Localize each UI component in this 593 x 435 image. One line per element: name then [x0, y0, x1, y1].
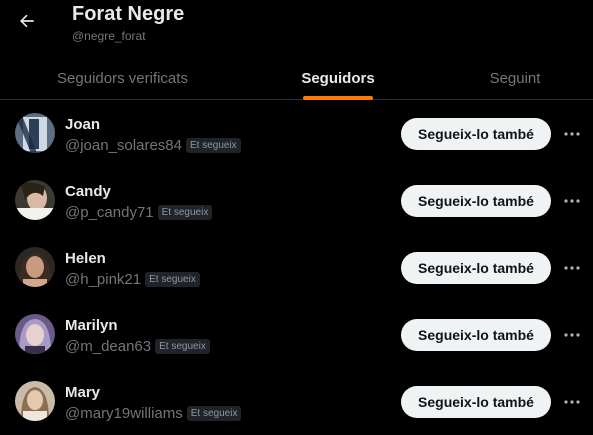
user-name: Candy [65, 183, 111, 200]
avatar[interactable] [15, 180, 55, 220]
profile-name: Forat Negre [72, 3, 185, 25]
user-handle: @h_pink21 [65, 271, 142, 288]
avatar[interactable] [15, 381, 55, 421]
list-item[interactable]: Helen @h_pink21 Et segueix Segueix-lo ta… [0, 234, 593, 301]
more-options-button[interactable] [560, 392, 584, 412]
user-handle-line: @p_candy71 Et segueix [65, 204, 213, 221]
follow-back-button[interactable]: Segueix-lo també [401, 386, 551, 418]
avatar[interactable] [15, 113, 55, 153]
user-handle: @joan_solares84 [65, 137, 182, 154]
list-item[interactable]: Candy @p_candy71 Et segueix Segueix-lo t… [0, 167, 593, 234]
user-handle: @p_candy71 [65, 204, 154, 221]
list-item[interactable]: Mary @mary19williams Et segueix Segueix-… [0, 368, 593, 435]
tab-verified-followers[interactable]: Seguidors verificats [0, 56, 245, 100]
tab-followers[interactable]: Seguidors [265, 56, 411, 100]
user-handle-line: @mary19williams Et segueix [65, 405, 242, 422]
tab-following[interactable]: Seguint [440, 56, 590, 100]
avatar[interactable] [15, 247, 55, 287]
more-options-button[interactable] [560, 191, 584, 211]
more-options-button[interactable] [560, 325, 584, 345]
follow-back-button[interactable]: Segueix-lo també [401, 319, 551, 351]
follow-back-button[interactable]: Segueix-lo també [401, 185, 551, 217]
user-handle-line: @joan_solares84 Et segueix [65, 137, 241, 154]
follows-you-badge: Et segueix [186, 406, 242, 421]
tab-label: Seguidors [301, 69, 375, 87]
more-options-button[interactable] [560, 124, 584, 144]
user-handle-line: @m_dean63 Et segueix [65, 338, 210, 355]
follows-you-badge: Et segueix [185, 138, 241, 153]
arrow-left-icon [20, 14, 34, 28]
user-handle: @mary19williams [65, 405, 183, 422]
tab-label: Seguint [489, 69, 541, 87]
user-name: Helen [65, 250, 106, 267]
more-horizontal-icon [564, 132, 580, 136]
follows-you-badge: Et segueix [157, 205, 213, 220]
user-name: Mary [65, 384, 101, 401]
user-name: Marilyn [65, 317, 118, 334]
more-options-button[interactable] [560, 258, 584, 278]
more-horizontal-icon [564, 400, 580, 404]
profile-handle: @negre_forat [72, 29, 146, 43]
follows-you-badge: Et segueix [155, 339, 210, 354]
tab-label: Seguidors verificats [57, 69, 188, 87]
more-horizontal-icon [564, 199, 580, 203]
followers-list: Joan @joan_solares84 Et segueix Segueix-… [0, 100, 593, 435]
follow-back-button[interactable]: Segueix-lo també [401, 118, 551, 150]
user-name: Joan [65, 116, 101, 133]
user-handle: @m_dean63 [65, 338, 152, 355]
list-item[interactable]: Marilyn @m_dean63 Et segueix Segueix-lo … [0, 301, 593, 368]
avatar[interactable] [15, 314, 55, 354]
follow-back-button[interactable]: Segueix-lo també [401, 252, 551, 284]
list-item[interactable]: Joan @joan_solares84 Et segueix Segueix-… [0, 100, 593, 167]
user-handle-line: @h_pink21 Et segueix [65, 271, 200, 288]
back-button[interactable] [12, 6, 42, 36]
profile-header: Forat Negre @negre_forat [0, 0, 593, 56]
more-horizontal-icon [564, 266, 580, 270]
follows-you-badge: Et segueix [145, 272, 200, 287]
tab-bar: Seguidors verificats Seguidors Seguint [0, 56, 593, 100]
more-horizontal-icon [564, 333, 580, 337]
